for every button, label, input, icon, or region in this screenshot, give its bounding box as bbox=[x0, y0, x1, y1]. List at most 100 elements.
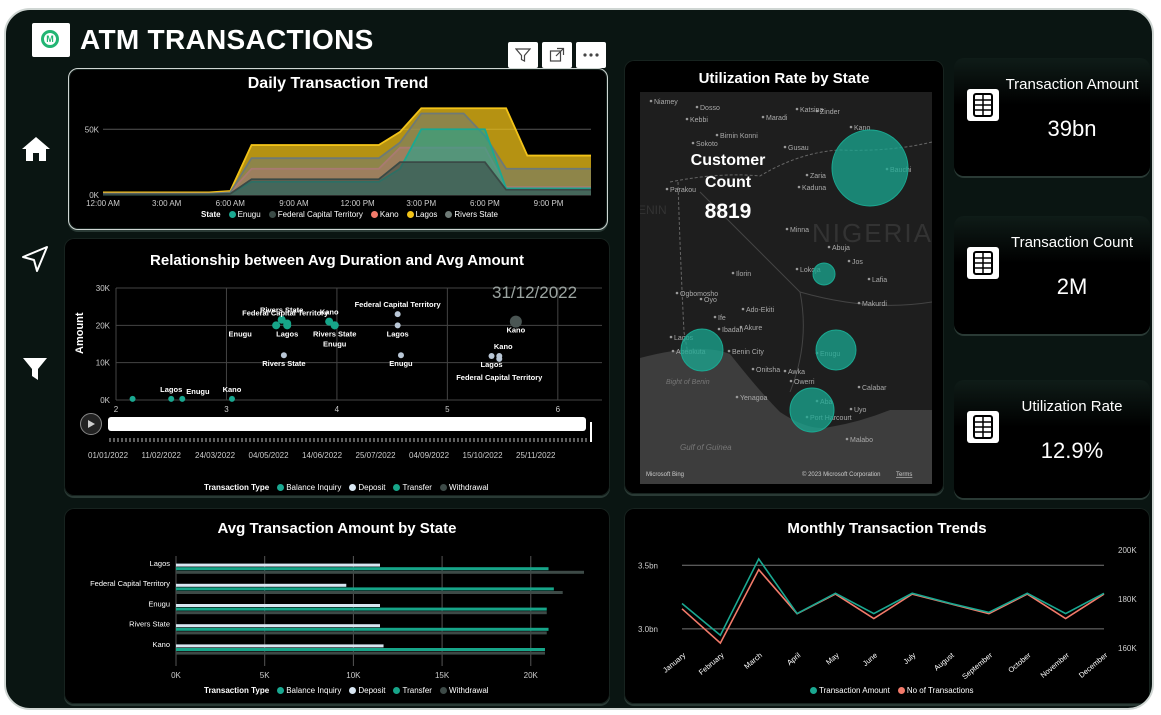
scatter-point bbox=[272, 321, 281, 330]
map-place-dot bbox=[717, 327, 721, 331]
utilization-map-panel[interactable]: Utilization Rate by State NIGERIA BENIN Gu… bbox=[624, 60, 944, 494]
y-right-tick-label: 180K bbox=[1118, 595, 1137, 604]
play-axis-date-label: 01/01/2022 bbox=[88, 451, 129, 460]
map-place-label: Ife bbox=[718, 315, 726, 322]
map-place-label: Maradi bbox=[766, 115, 788, 122]
map-place-dot bbox=[665, 187, 669, 191]
map-place-label: Sokoto bbox=[696, 141, 718, 148]
map-place-label: Gusau bbox=[788, 145, 809, 152]
legend-item-transfer: Transfer bbox=[393, 483, 432, 492]
map-place-label: Yenagoa bbox=[740, 395, 767, 402]
avg-by-state-panel[interactable]: Avg Transaction Amount by State 0K 5K 10K 1… bbox=[64, 508, 610, 704]
x-tick-label: 3:00 AM bbox=[152, 199, 182, 208]
map-place-dot bbox=[675, 291, 679, 295]
legend-item-withdrawal: Withdrawal bbox=[439, 686, 489, 695]
scatter-point bbox=[179, 395, 186, 402]
point-label: Kano bbox=[320, 308, 339, 317]
map-bight-label: Bight of Benin bbox=[666, 379, 710, 386]
app-logo: M bbox=[32, 23, 70, 57]
y-tick-label: 10K bbox=[96, 359, 111, 368]
map-bubble-lagos bbox=[680, 328, 724, 372]
x-tick-label: 3:00 PM bbox=[406, 199, 436, 208]
x-tick-label: 15K bbox=[435, 671, 450, 680]
map-place-dot bbox=[849, 125, 853, 129]
map-place-dot bbox=[761, 115, 765, 119]
point-label: Rivers State bbox=[313, 329, 356, 338]
map-country-label: NIGERIA bbox=[812, 218, 932, 248]
map-place-label: Owerri bbox=[794, 379, 815, 386]
map-place-label: Zaria bbox=[810, 173, 826, 180]
daily-trend-legend: State Enugu Federal Capital Territory Ka… bbox=[201, 210, 498, 219]
dashboard-frame: M ATM TRANSACTIONS Daily Transaction Tre… bbox=[4, 8, 1154, 710]
play-axis-date-label: 14/06/2022 bbox=[302, 451, 343, 460]
map-place-dot bbox=[751, 367, 755, 371]
point-label: Enugu bbox=[186, 387, 210, 396]
bar-deposit bbox=[176, 644, 384, 648]
x-tick-label: 20K bbox=[524, 671, 539, 680]
y-tick-label: 30K bbox=[96, 284, 111, 293]
navigate-icon[interactable] bbox=[20, 244, 50, 279]
category-label: Lagos bbox=[150, 559, 171, 568]
play-axis-slider[interactable] bbox=[108, 417, 586, 431]
map-title: Utilization Rate by State bbox=[698, 70, 870, 87]
map-place-label: Jos bbox=[852, 259, 863, 266]
map-place-label: Uyo bbox=[854, 407, 867, 414]
daily-trend-panel[interactable]: Daily Transaction Trend 0K 50K 12:00 AM 3:0… bbox=[68, 68, 608, 230]
filter-icon[interactable] bbox=[20, 354, 50, 389]
avg-by-state-chart: 0K 5K 10K 15K 20K Lagos Federal Capital Territ… bbox=[90, 556, 584, 680]
map-place-dot bbox=[695, 105, 699, 109]
map-place-label: Makurdi bbox=[862, 301, 887, 308]
expand-icon[interactable] bbox=[542, 42, 572, 68]
bar-withdrawal bbox=[176, 631, 547, 635]
legend-item-deposit: Deposit bbox=[349, 483, 385, 492]
legend-title: Transaction Type bbox=[204, 483, 270, 492]
bar-transfer bbox=[176, 627, 549, 631]
monthly-trends-panel[interactable]: Monthly Transaction Trends 3.0bn 3.5bn 160… bbox=[624, 508, 1150, 704]
map-place-label: Oyo bbox=[704, 297, 717, 304]
map-attribution: © 2023 Microsoft Corporation bbox=[802, 471, 880, 478]
map-place-dot bbox=[785, 227, 789, 231]
scatter-point bbox=[228, 395, 235, 402]
map-place-dot bbox=[669, 335, 673, 339]
map-place-dot bbox=[805, 173, 809, 177]
map-place-dot bbox=[795, 267, 799, 271]
more-options-icon[interactable] bbox=[576, 42, 606, 68]
legend-title: State bbox=[201, 210, 221, 219]
play-button[interactable] bbox=[80, 413, 102, 435]
legend-item-withdrawal: Withdrawal bbox=[439, 483, 489, 492]
map-place-label: Minna bbox=[790, 227, 809, 234]
avg-by-state-legend: Transaction Type Balance Inquiry Deposit… bbox=[204, 686, 489, 695]
map-place-dot bbox=[727, 349, 731, 353]
scatter-point bbox=[283, 321, 292, 330]
scatter-panel[interactable]: Relationship between Avg Duration and Av… bbox=[64, 238, 610, 496]
legend-item-kano: Kano bbox=[370, 210, 399, 219]
point-label: Lagos bbox=[160, 385, 182, 394]
daily-trend-chart: 0K50K12:00 AM 3:00 AM 6:00 AM 9:00 AM 12:00 … bbox=[85, 107, 591, 208]
customer-count-value: 8819 bbox=[704, 200, 752, 223]
page-title: ATM TRANSACTIONS bbox=[80, 24, 374, 55]
kpi-value: 12.9% bbox=[1040, 438, 1104, 463]
point-label: Kano bbox=[494, 342, 513, 351]
x-tick-label: 5 bbox=[445, 405, 450, 414]
utilization-map[interactable]: NIGERIA BENIN Gulf of Guinea Bight of Benin… bbox=[640, 92, 932, 484]
map-place-dot bbox=[797, 185, 801, 189]
legend-item-amount: Transaction Amount bbox=[810, 686, 890, 695]
legend-item-rivers: Rivers State bbox=[445, 210, 498, 219]
legend-item-enugu: Enugu bbox=[228, 210, 261, 219]
map-bubble-kano bbox=[831, 129, 909, 207]
map-place-dot bbox=[795, 107, 799, 111]
map-place-dot bbox=[741, 307, 745, 311]
map-place-dot bbox=[827, 245, 831, 249]
legend-item-deposit: Deposit bbox=[349, 686, 385, 695]
filter-icon[interactable] bbox=[508, 42, 538, 68]
bar-deposit bbox=[176, 624, 380, 628]
scatter-point bbox=[397, 352, 404, 359]
map-place-dot bbox=[849, 407, 853, 411]
y-left-tick-label: 3.0bn bbox=[638, 625, 658, 634]
map-place-dot bbox=[685, 117, 689, 121]
legend-item-transfer: Transfer bbox=[393, 686, 432, 695]
home-icon[interactable] bbox=[20, 134, 52, 169]
title-row: M ATM TRANSACTIONS bbox=[32, 20, 374, 60]
map-place-dot bbox=[783, 145, 787, 149]
x-tick-label: May bbox=[824, 650, 841, 666]
